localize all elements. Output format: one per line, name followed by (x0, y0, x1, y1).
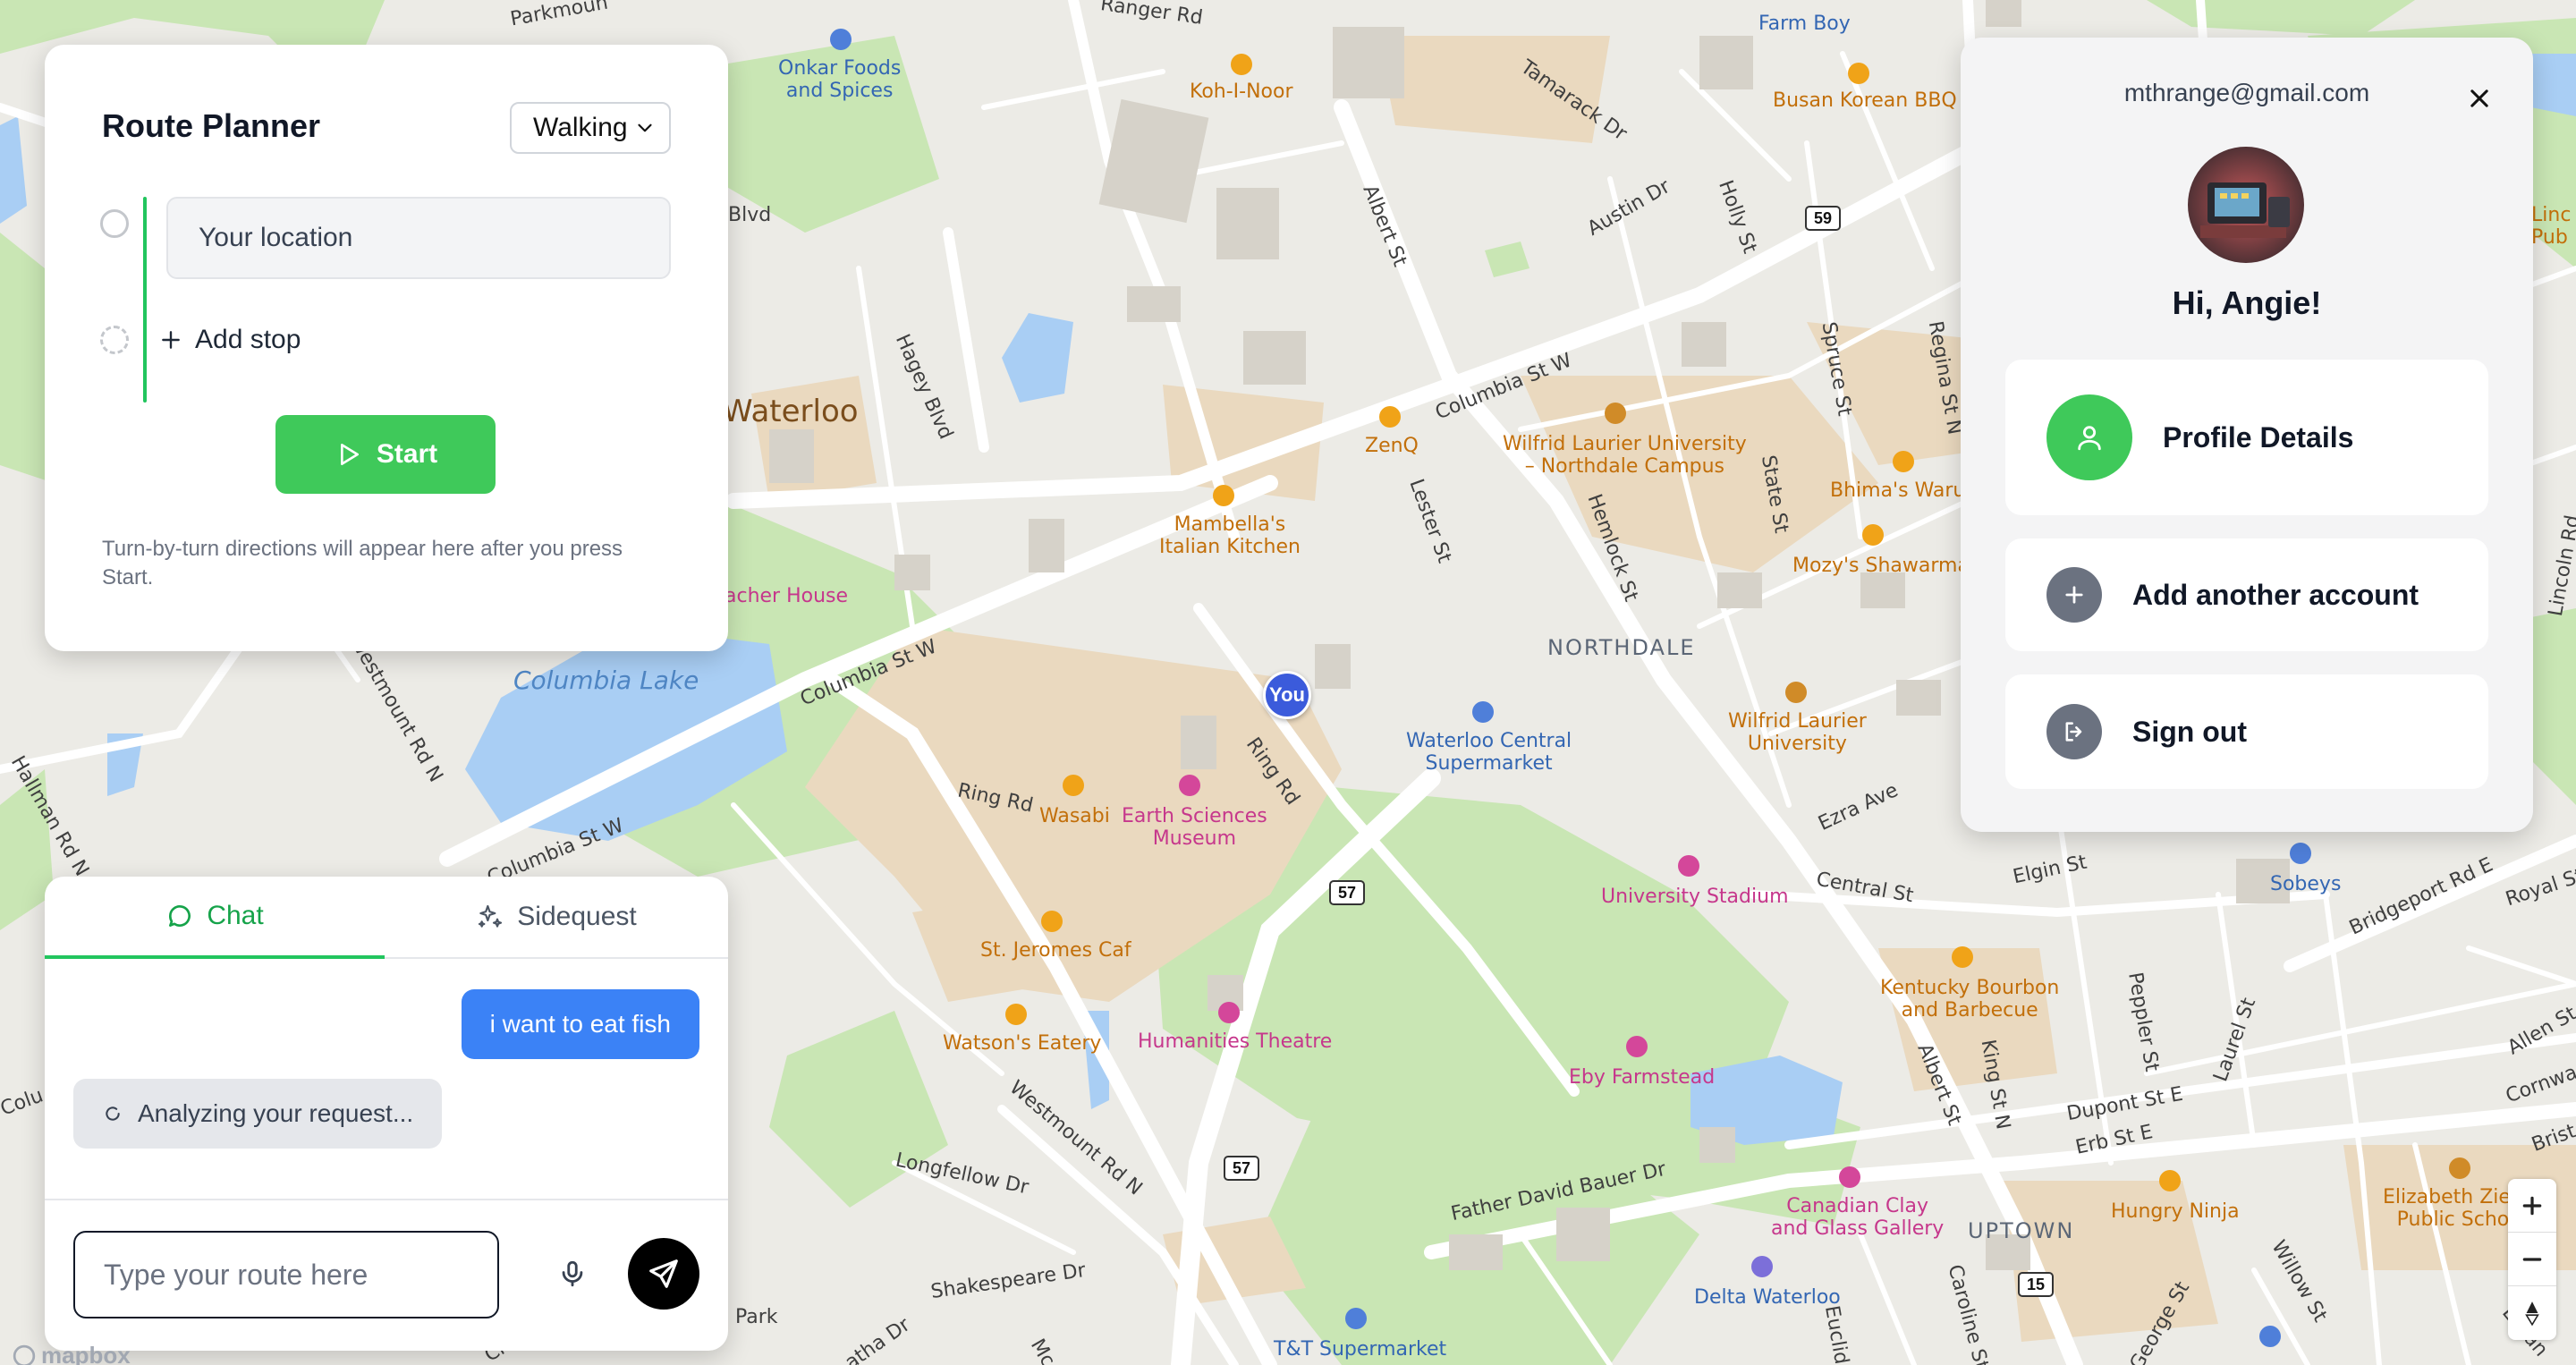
map-zoom-controls (2508, 1179, 2556, 1340)
profile-details-button[interactable]: Profile Details (2005, 360, 2488, 515)
sign-out-button[interactable]: Sign out (2005, 674, 2488, 789)
tab-chat-label: Chat (207, 901, 264, 930)
profile-details-label: Profile Details (2163, 420, 2354, 454)
zoom-in-icon (2522, 1196, 2542, 1215)
user-message-bubble: i want to eat fish (461, 989, 699, 1059)
stop-dot (100, 326, 129, 354)
close-button[interactable] (2462, 81, 2497, 116)
you-marker-label: You (1269, 683, 1305, 706)
compass-icon (2525, 1301, 2539, 1327)
route-planner-title: Route Planner (102, 107, 321, 144)
loading-spinner-icon (106, 1106, 120, 1121)
mapbox-logo[interactable]: mapbox (13, 1342, 131, 1365)
start-label: Start (376, 439, 438, 469)
zoom-in-button[interactable] (2508, 1179, 2556, 1233)
mapbox-logo-icon (13, 1344, 36, 1365)
play-icon (340, 444, 359, 465)
account-panel: mthrange@gmail.com Hi, Angie! Profile De… (1961, 38, 2533, 832)
route-connector-line (143, 197, 147, 403)
tab-sidequest[interactable]: Sidequest (385, 877, 728, 959)
origin-input[interactable]: Your location (166, 197, 671, 279)
add-stop-label: Add stop (195, 325, 301, 354)
compass-button[interactable] (2508, 1286, 2556, 1340)
travel-mode-select[interactable]: Walking (510, 102, 671, 154)
start-button[interactable]: Start (275, 415, 496, 494)
account-email: mthrange@gmail.com (2123, 79, 2370, 106)
chat-divider (45, 1199, 728, 1200)
greeting: Hi, Angie! (2172, 284, 2322, 321)
avatar[interactable] (2188, 147, 2304, 263)
highway-shield: 57 (1329, 880, 1365, 905)
origin-input-text: Your location (199, 223, 353, 252)
close-icon (2470, 89, 2488, 107)
chat-bubble-icon (169, 905, 191, 927)
add-account-label: Add another account (2132, 578, 2419, 611)
mapbox-logo-text: mapbox (41, 1342, 131, 1365)
avatar-image (2188, 147, 2304, 263)
status-message-text: Analyzing your request... (138, 1099, 414, 1127)
you-marker[interactable]: You (1263, 671, 1311, 719)
highway-shield: 15 (2018, 1272, 2054, 1297)
send-icon (649, 1259, 678, 1288)
zoom-out-button[interactable] (2508, 1233, 2556, 1286)
tab-chat[interactable]: Chat (45, 877, 385, 959)
zoom-out-icon (2522, 1257, 2542, 1261)
origin-dot (100, 209, 129, 238)
highway-shield: 59 (1805, 206, 1841, 231)
plus-icon (162, 331, 180, 349)
user-icon (2046, 394, 2132, 480)
travel-mode-value: Walking (533, 113, 628, 142)
chevron-down-icon (638, 123, 652, 132)
sign-out-icon (2046, 704, 2102, 759)
add-stop-button[interactable]: Add stop (159, 320, 301, 360)
tab-sidequest-label: Sidequest (517, 902, 637, 931)
directions-hint: Turn-by-turn directions will appear here… (102, 537, 623, 589)
add-account-button[interactable]: Add another account (2005, 538, 2488, 651)
sign-out-label: Sign out (2132, 715, 2247, 748)
microphone-icon (562, 1260, 583, 1287)
chat-panel: Chat Sidequest i want to eat fish Analyz… (45, 877, 728, 1351)
send-button[interactable] (628, 1238, 699, 1310)
microphone-button[interactable] (546, 1247, 599, 1301)
plus-icon (2046, 567, 2102, 623)
status-message-bubble: Analyzing your request... (73, 1079, 443, 1149)
route-planner-panel: Route Planner Walking Your location Add … (45, 45, 728, 651)
highway-shield: 57 (1224, 1156, 1259, 1181)
route-chat-input[interactable] (73, 1231, 499, 1318)
sparkles-icon (479, 904, 503, 928)
